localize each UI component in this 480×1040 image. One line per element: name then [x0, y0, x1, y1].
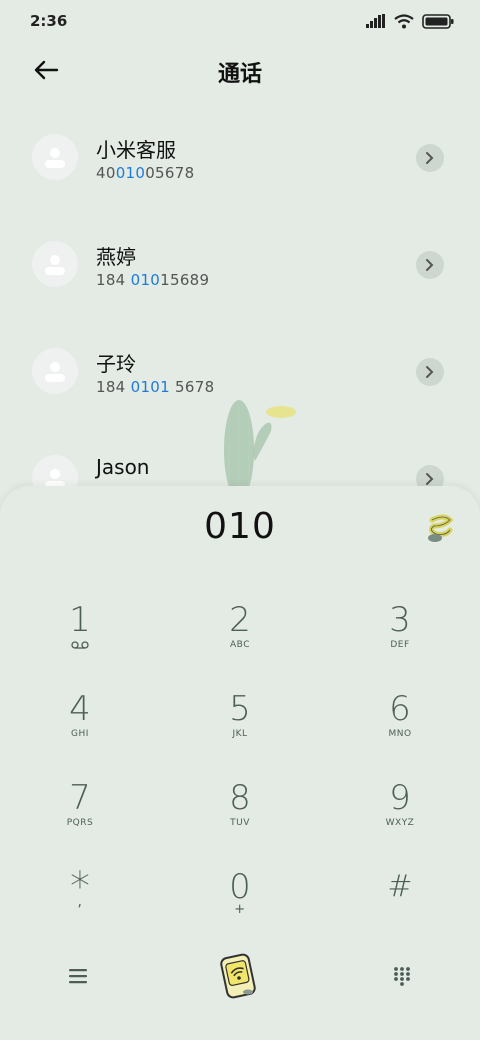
key-letters: DEF: [390, 640, 410, 650]
signal-icon: [366, 14, 385, 28]
menu-button[interactable]: [58, 956, 98, 996]
key-letters: ABC: [230, 640, 250, 650]
contact-row[interactable]: 燕婷 184 01015689: [0, 211, 480, 318]
key-6[interactable]: 6 MNO: [320, 665, 480, 754]
person-icon: [45, 255, 65, 275]
key-digit: 7: [69, 778, 91, 818]
key-letters: PQRS: [66, 818, 94, 828]
wifi-icon: [394, 13, 414, 28]
call-button[interactable]: [210, 946, 270, 1006]
key-7[interactable]: 7 PQRS: [0, 754, 160, 843]
key-letters: GHI: [71, 729, 89, 739]
number-suffix: 5678: [169, 378, 215, 396]
number-prefix: 184: [96, 378, 131, 396]
avatar: [32, 241, 78, 287]
contact-row[interactable]: 小米客服 4001005678: [0, 104, 480, 211]
key-digit: 0: [229, 867, 251, 907]
contact-detail-button[interactable]: [416, 144, 444, 172]
person-icon: [45, 148, 65, 168]
contact-detail-button[interactable]: [416, 251, 444, 279]
number-match: 0101: [130, 378, 170, 396]
keypad-toggle-button[interactable]: [382, 956, 422, 996]
key-digit: 4: [69, 689, 91, 729]
key-digit: 5: [229, 689, 251, 729]
call-icon: [220, 953, 256, 999]
key-hash[interactable]: #: [320, 843, 480, 932]
key-letters: MNO: [388, 729, 412, 739]
chevron-right-icon: [426, 152, 434, 164]
contact-name: 小米客服: [96, 138, 176, 162]
number-prefix: 40: [96, 164, 116, 182]
key-4[interactable]: 4 GHI: [0, 665, 160, 754]
status-icons: [366, 13, 454, 29]
cactus-decoration-icon: [224, 400, 296, 490]
battery-icon: [422, 13, 454, 29]
keypad-grid-icon: [394, 967, 410, 986]
key-1[interactable]: 1: [0, 576, 160, 665]
contact-detail-button[interactable]: [416, 358, 444, 386]
dialer-panel: 010 1 2 ABC 3 DEF 4 GHI 5 JKL 6 MNO 7 PQ…: [0, 486, 480, 1040]
contact-number: 184 0101 5678: [96, 378, 214, 396]
contact-name: 燕婷: [96, 245, 136, 269]
avatar: [32, 134, 78, 180]
number-suffix: 05678: [145, 164, 195, 182]
key-letters: ,: [77, 894, 83, 910]
key-8[interactable]: 8 TUV: [160, 754, 320, 843]
chevron-right-icon: [426, 473, 434, 485]
chevron-right-icon: [426, 259, 434, 271]
person-icon: [45, 362, 65, 382]
voicemail-icon: [71, 641, 89, 649]
key-2[interactable]: 2 ABC: [160, 576, 320, 665]
key-letters: TUV: [230, 818, 250, 828]
key-letters: WXYZ: [385, 818, 415, 828]
menu-icon: [69, 969, 87, 984]
key-digit: 9: [389, 778, 411, 818]
number-match: 010: [115, 164, 146, 182]
key-3[interactable]: 3 DEF: [320, 576, 480, 665]
chevron-right-icon: [426, 366, 434, 378]
number-suffix: 15689: [160, 271, 210, 289]
key-0[interactable]: 0 +: [160, 843, 320, 932]
sticker-icon[interactable]: [424, 512, 456, 544]
key-digit: 1: [69, 600, 91, 640]
number-match: 010: [130, 271, 161, 289]
key-digit: 2: [229, 600, 251, 640]
number-prefix: 184: [96, 271, 131, 289]
key-letters: +: [234, 902, 246, 917]
avatar: [32, 348, 78, 394]
contact-name: Jason: [96, 455, 150, 479]
key-digit: 6: [389, 689, 411, 729]
key-digit: #: [387, 869, 413, 904]
page-title: 通话: [217, 62, 262, 87]
contact-number: 184 01015689: [96, 271, 209, 289]
key-digit: 3: [389, 600, 411, 640]
contact-name: 子玲: [96, 352, 136, 376]
key-9[interactable]: 9 WXYZ: [320, 754, 480, 843]
key-digit: 8: [229, 778, 251, 818]
status-bar: 2:36: [0, 0, 480, 42]
key-star[interactable]: * ,: [0, 843, 160, 932]
dialed-number[interactable]: 010: [0, 506, 480, 547]
header: 通话: [0, 42, 480, 98]
status-time: 2:36: [30, 12, 68, 30]
key-icon-wrapper: [71, 640, 89, 650]
key-5[interactable]: 5 JKL: [160, 665, 320, 754]
contact-number: 4001005678: [96, 164, 194, 182]
key-letters: JKL: [232, 729, 248, 739]
